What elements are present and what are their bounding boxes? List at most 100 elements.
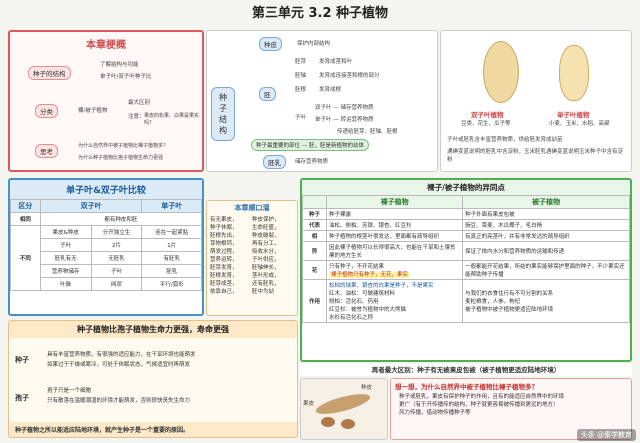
thinking-label: 想一想，为什么自然界中被子植物比裸子植物多？	[395, 383, 538, 391]
table-row: 代表 油松、侧柏、苏铁、银杏、红豆杉 豌豆、菜麦、木瓜椰子、毛白杨	[302, 219, 630, 231]
table-row: 相种子植物的根茎叶很发达，里面都有疏导组织 有真正的亮茎叶，并有非常发达的疏导组织	[302, 230, 630, 242]
compare-table: 区分 双子叶 单子叶 相同 都有种皮和胚 不同 果皮&种皮 分开独立生 连在一起…	[10, 199, 202, 291]
diff-cell: 种子外面有果皮包被	[462, 208, 630, 220]
diff-cell: 因此裸子植物可以长得很高大，也能在干旱和土壤贫瘠的地方生长	[325, 241, 464, 261]
diff-cell: 有真正的亮茎叶，并有非常发达的疏导组织	[462, 230, 630, 242]
seed-images-panel: 双子叶植物 豆类、花生、瓜子等 单子叶植物 小麦、玉米、水稻、高粱 子叶或胚乳含…	[440, 30, 632, 172]
mindmap-endosperm: 胚乳	[263, 155, 286, 169]
compare-cell: 平行/弧形	[141, 277, 202, 291]
uses-line: 红豆杉：被誉为植物中的大熊猫	[329, 307, 407, 313]
mindmap-embryo-desc-3: 发育成根	[319, 87, 342, 93]
outline-item-classify-sub: 裸/被子植物	[78, 108, 108, 114]
page-title: 第三单元 3.2 种子植物	[251, 6, 389, 21]
compare-cell: 不同	[10, 225, 41, 291]
rhyme-col-1: 有无果皮， 种子休眠， 胚根先出， 芽物根钙， 萌发过程， 营养运转， 胚芽发育…	[210, 216, 252, 296]
rhyme-line: 芽物根钙，	[210, 241, 238, 247]
highlight-badge: 裸子植物只有种子，无花，果实	[329, 272, 411, 278]
uses-line: 被子植物中被子植物更适应陆地环境	[465, 307, 554, 313]
seed-note-2: 通碘变蓝说明的胚乳中含淀粉，玉米胚乳遇碘变蓝说明玉米种子中含有淀粉	[447, 149, 624, 163]
outline-item-classify-d3: 果皮的松果、白果是果实吗？	[144, 113, 200, 126]
rhyme-line: 还有胚乳，	[252, 281, 280, 287]
rhyme-line: 生命旺盛，	[252, 225, 280, 231]
compare-col-2: 单子叶	[141, 199, 202, 213]
fruit-image-panel: 果皮 种皮	[300, 378, 388, 440]
mindmap-embryo-desc-2: 发育成连接茎和根的部分	[319, 73, 380, 79]
seed-point-2: 如果过于干燥或寒冷，可处于休眠状态，气候适宜时再萌发	[47, 362, 191, 368]
outline-item-think: 思考	[35, 144, 58, 158]
rhyme-line: 胚轴伸长，	[252, 265, 280, 271]
diff-cell: 豌豆、菜麦、木瓜椰子、毛白杨	[462, 219, 630, 231]
compare-cell: 相同	[10, 212, 41, 226]
outline-item-classify-d2: 注意：	[128, 114, 145, 120]
mindmap-seed-coat-desc: 保护内部结构	[297, 41, 331, 47]
mindmap-embryo: 胚	[259, 87, 276, 101]
rhyme-line: 胚中为幼	[252, 289, 275, 295]
mindmap-cotyledon-detail: 传递给胚芽、胚轴、胚根	[337, 129, 398, 135]
mindmap-center: 种子结构	[211, 87, 235, 141]
uses-line: 红木、油松：可做建筑材料	[329, 291, 396, 297]
uses-line: 水杉有活化石之称	[329, 315, 374, 321]
mindmap-embryo-part-1: 胚芽	[295, 59, 307, 65]
monocot-examples: 小麦、玉米、水稻、高粱	[549, 121, 610, 127]
diff-cell: 种子	[302, 208, 327, 220]
rhyme-line: 胚根发育，	[210, 273, 238, 279]
compare-cell: 连在一起紧贴	[141, 225, 202, 239]
diff-cell: 作用	[302, 279, 327, 323]
mindmap-endosperm-desc: 储存营养物质	[295, 159, 329, 165]
diff-header: 裸子/被子植物的异同点	[302, 180, 630, 195]
compare-header: 单子叶&双子叶比较	[10, 180, 202, 199]
compare-col-0: 区分	[10, 199, 41, 213]
diff-cell: 花	[302, 260, 327, 280]
table-row: 异因此裸子植物可以长得很高大，也能在干旱和土壤贫瘠的地方生长 保证了体内水分和营养…	[302, 241, 630, 261]
compare-cell: 无胚乳	[90, 251, 143, 265]
spore-point-1: 孢子只是一个细胞	[47, 388, 92, 394]
rhyme-line: 种皮破裂，	[252, 233, 280, 239]
rhyme-col-2: 种皮保护， 生命旺盛， 种皮破裂， 再有分工， 吸收水分， 子叶供应， 胚轴伸长…	[252, 216, 294, 296]
mindmap-note: 种子最重要的部位 — 胚，胚是新植物的幼体	[251, 139, 369, 151]
rhyme-line: 子叶供应，	[252, 257, 280, 263]
life-summary: 种子植物之所以能适应陆地环境，就产生种子是一个重要的原因。	[9, 422, 297, 437]
compare-cell: 营养物储存	[39, 264, 92, 278]
seed-point-1: 具有丰富营养物质，有很强的适应能力，在干旱环境也能萌发	[47, 352, 196, 358]
diff-col: 裸子植物	[325, 195, 464, 209]
table-row: 种子 种子裸露 种子外面有果皮包被	[302, 208, 630, 220]
rhyme-box: 本章顺口溜 有无果皮， 种子休眠， 胚根先出， 芽物根钙， 萌发过程， 营养运转…	[206, 200, 298, 316]
compare-cell: 子叶	[90, 264, 143, 278]
rhyme-line: 营养运转，	[210, 257, 238, 263]
uses-line: 与我们的衣食住行有不可分割的关系	[465, 291, 554, 297]
diff-cell: 与我们的衣食住行有不可分割的关系 麦粒粮食，人参、枸杞 被子植物中被子植物更适应…	[462, 279, 630, 323]
diff-cell: 一般都能开花结果，所结的果实能够保护里面的种子，不少果实还能帮助种子传播	[462, 260, 630, 280]
compare-cell: 叶脉	[39, 277, 92, 291]
diff-table: 裸子植物 被子植物 种子 种子裸露 种子外面有果皮包被 代表 油松、侧柏、苏铁、银杏、…	[302, 195, 630, 323]
diff-cell: 异	[302, 241, 327, 261]
spore-point-2: 只有散落在温暖潮湿的环境才能萌发，否则很快丧失生命力	[47, 398, 191, 404]
compare-cell: 胚乳有无	[39, 251, 92, 265]
outline-header: 本章梗概	[86, 40, 126, 51]
mindmap-seed-coat: 种皮	[259, 37, 282, 51]
diff-cell: 种子裸露	[325, 208, 464, 220]
dicot-label: 双子叶植物	[471, 111, 504, 119]
compare-cell: 2片	[90, 238, 143, 252]
diff-cell: 保证了体内水分和营养物质的运输和传递	[462, 241, 630, 261]
compare-cell: 都有种皮和胚	[39, 212, 202, 226]
fruit-label-coat: 种皮	[361, 385, 373, 391]
compare-cell: 1片	[141, 238, 202, 252]
table-row: 作用 松柏的球果、银杏的白果是种子，不是果实 红木、油松：可做建筑材料 侧柏：活…	[302, 279, 630, 323]
thinking-line: 风力传播，借动物传播种子等	[399, 410, 471, 416]
monocot-dicot-compare: 单子叶&双子叶比较 区分 双子叶 单子叶 相同 都有种皮和胚 不同 果皮&种皮 …	[8, 178, 204, 316]
table-row: 不同 果皮&种皮 分开独立生 连在一起紧贴	[10, 225, 202, 291]
diff-col: 被子植物	[462, 195, 630, 209]
diff-cell: 相	[302, 230, 327, 242]
rhyme-line: 依靠自己，	[210, 289, 238, 295]
rhyme-header: 本章顺口溜	[234, 204, 270, 212]
mindmap-embryo-part-3: 胚根	[295, 87, 307, 93]
uses-highlight: 松柏的球果、银杏的白果是种子，不是果实	[329, 283, 434, 289]
rhyme-line: 胚芽发育，	[210, 265, 238, 271]
outline-item-classify-d1: 最大区别	[128, 100, 151, 106]
outline-item-structure-sub1: 了解结构与功能	[100, 62, 139, 68]
seed-note-1: 子叶或胚乳含丰富营养物质，供给胚发育成幼苗	[447, 137, 563, 143]
compare-col-1: 双子叶	[39, 199, 143, 213]
rhyme-line: 胚芽成茎，	[210, 281, 238, 287]
outline-item-structure: 种子的结构	[28, 66, 71, 80]
diff-cell-text: 只有种子，不开花结果	[329, 264, 385, 270]
